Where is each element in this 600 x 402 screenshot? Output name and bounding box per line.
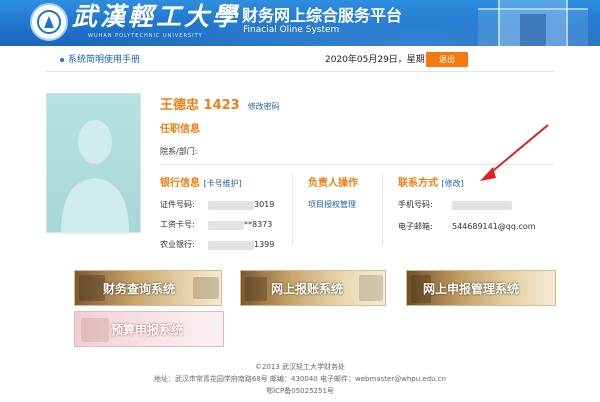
system-title: 财务网上综合服务平台 — [242, 6, 403, 25]
online-report-banner[interactable]: 网上申报管理系统 — [406, 270, 556, 306]
person-silhouette-icon — [61, 120, 129, 234]
footer-copyright: ©2013 武汉轻工大学财务处 — [254, 363, 346, 371]
footer-icp: 鄂ICP备05025251号 — [266, 387, 334, 395]
id-number-mask — [208, 201, 254, 210]
budget-report-banner[interactable]: 预算申报系统 — [74, 311, 224, 347]
system-subtitle: Finacial Oline System — [243, 25, 340, 35]
id-number-value: 3019 — [254, 200, 275, 209]
finance-query-banner[interactable]: 财务查询系统 — [74, 270, 222, 306]
user-name-line: 王德忠 1423 修改密码 — [160, 94, 360, 113]
contact-edit-link[interactable]: [修改] — [441, 179, 463, 188]
bank-info-label: 银行信息 — [160, 178, 200, 189]
footer-address: 地址：武汉市常青花园学府南路68号 邮编：430040 电子邮件：webmast… — [153, 375, 447, 383]
online-report-label: 网上申报管理系统 — [423, 282, 520, 296]
payroll-card-label: 工资卡号: — [160, 220, 195, 229]
document-icon — [245, 277, 267, 301]
phone-label: 手机号码: — [398, 200, 433, 209]
department-label: 院系/部门: — [160, 147, 198, 156]
school-name-en: WUHAN POLYTECHNIC UNIVERSITY — [88, 33, 203, 39]
bank-info-title: 银行信息 [卡号维护] — [160, 177, 242, 191]
contact-info-title: 联系方式 [修改] — [398, 177, 464, 191]
payroll-card-mask — [208, 221, 244, 230]
building-entrance — [520, 14, 546, 46]
manager-ops-title: 负责人操作 — [308, 178, 358, 189]
email-label: 电子邮箱: — [398, 222, 433, 231]
header-banner: 武漢輕工大學 WUHAN POLYTECHNIC UNIVERSITY 财务网上… — [0, 0, 600, 46]
contact-info-label: 联系方式 — [398, 178, 438, 189]
column-divider-2 — [382, 173, 383, 245]
school-name: 武漢輕工大學 — [72, 2, 241, 31]
abc-bank-mask — [208, 241, 254, 250]
avatar-placeholder — [46, 93, 141, 234]
campus-building-image — [468, 0, 600, 46]
university-emblem-icon — [30, 3, 68, 41]
budget-chart-icon — [81, 318, 109, 342]
project-auth-link[interactable]: 项目授权管理 — [308, 199, 356, 211]
online-expense-label: 网上报账系统 — [271, 282, 344, 296]
logout-button[interactable]: 退出 — [426, 52, 468, 67]
finance-query-label: 财务查询系统 — [103, 282, 176, 296]
user-manual-link[interactable]: 系统简明使用手册 — [68, 53, 158, 67]
position-info-title: 任职信息 — [160, 124, 200, 135]
calculator-icon — [79, 275, 105, 301]
profile-panel: 王德忠 1423 修改密码 任职信息 院系/部门: 银行信息 [卡号维护] 证件… — [46, 83, 554, 259]
budget-report-label: 预算申报系统 — [111, 323, 184, 337]
top-nav-bar: 系统简明使用手册 2020年05月29日，星期五 退出 — [46, 48, 554, 72]
coins-icon — [359, 275, 383, 301]
online-expense-banner[interactable]: 网上报账系统 — [240, 270, 386, 306]
annotation-arrow-icon — [480, 124, 549, 181]
card-maintain-link[interactable]: [卡号维护] — [203, 179, 241, 188]
abc-bank-value: 1399 — [254, 240, 275, 249]
payroll-card-value: **8373 — [244, 220, 273, 229]
keyboard-icon — [193, 277, 219, 299]
bullet-icon — [60, 58, 64, 62]
column-divider-1 — [292, 173, 293, 245]
abc-bank-label: 农业银行: — [160, 240, 195, 249]
user-name: 王德忠 1423 — [160, 98, 240, 113]
change-password-link[interactable]: 修改密码 — [248, 102, 280, 111]
id-number-label: 证件号码: — [160, 200, 195, 209]
